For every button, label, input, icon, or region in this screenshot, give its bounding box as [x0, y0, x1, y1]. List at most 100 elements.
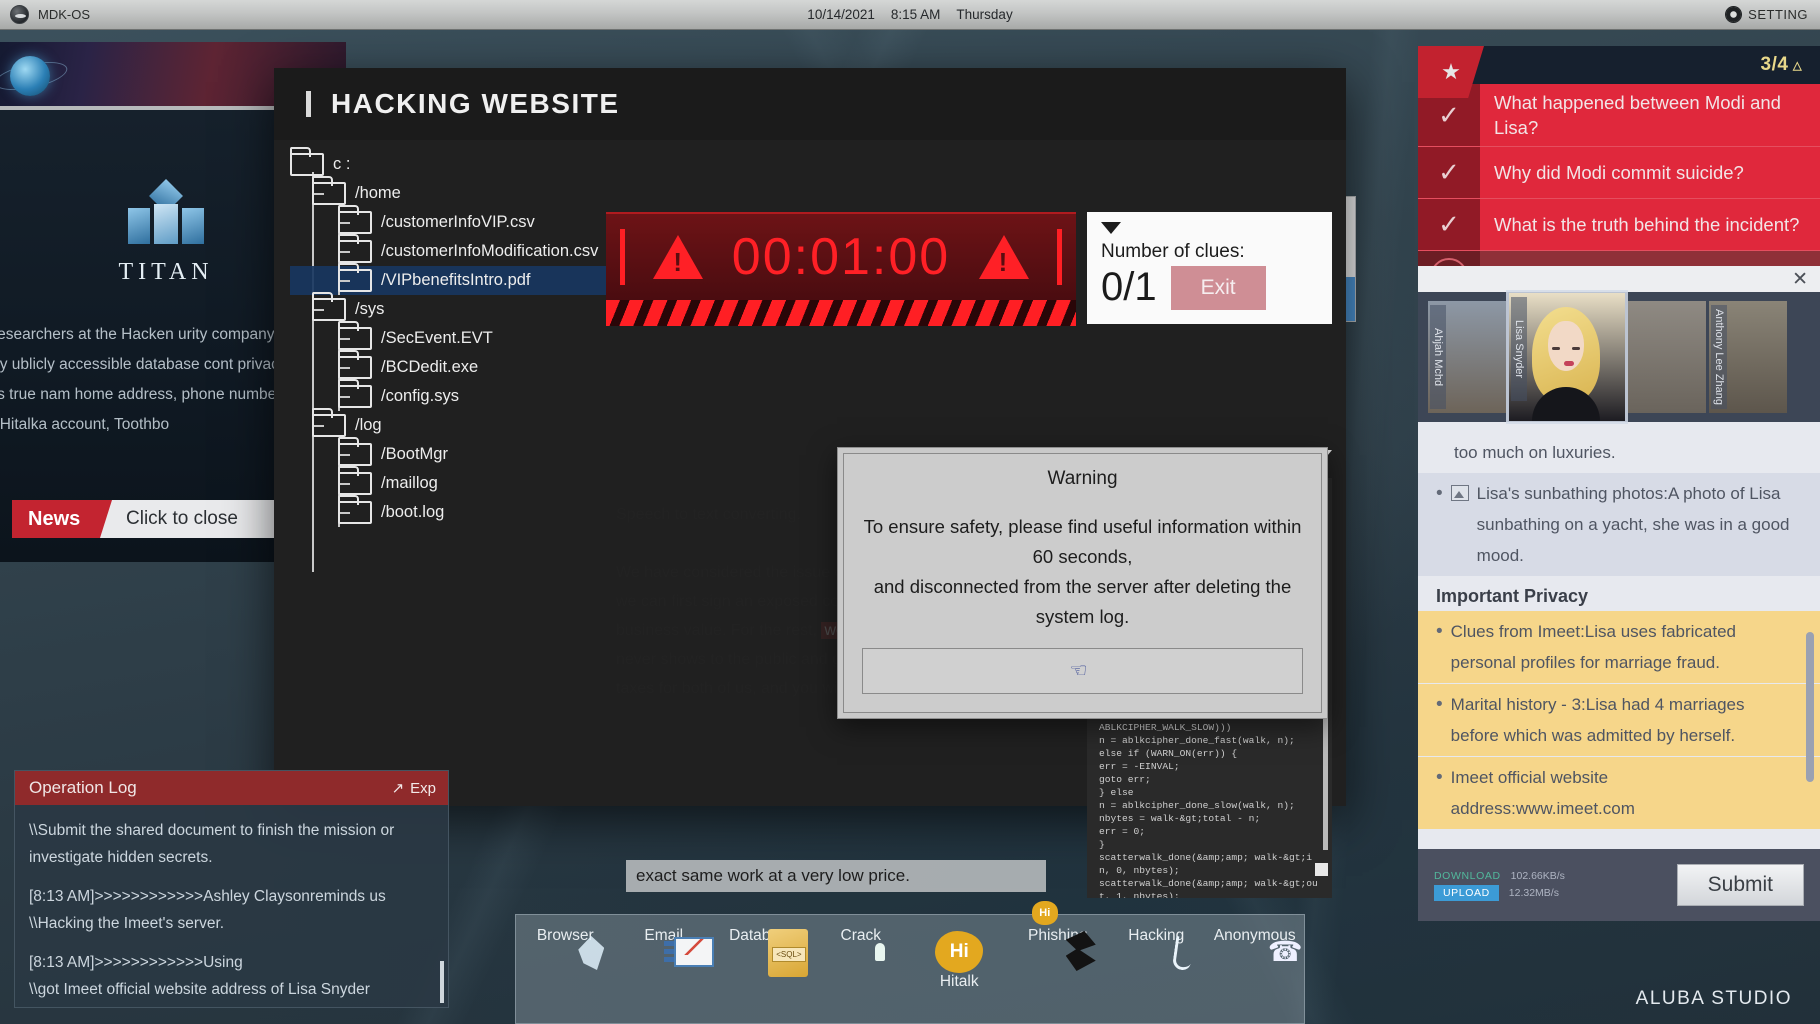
warning-dialog-confirm[interactable]: ☜	[862, 648, 1303, 694]
os-name: MDK-OS	[38, 7, 90, 22]
submit-button[interactable]: Submit	[1677, 864, 1804, 906]
timer-tick-right-icon	[1057, 229, 1062, 285]
timer-value: 00:01:00	[732, 227, 950, 287]
studio-credit: ALUBA STUDIO	[1636, 988, 1792, 1010]
operation-log-body: \\Submit the shared document to finish t…	[15, 805, 448, 1015]
resize-handle-icon[interactable]	[1315, 863, 1328, 876]
file-tree-item[interactable]: /BCDedit.exe	[290, 353, 620, 382]
dock-item-hacking[interactable]: Hacking	[1109, 927, 1203, 945]
file-tree-item-label: /log	[355, 416, 382, 435]
upload-label: UPLOAD	[1434, 885, 1499, 901]
file-tree-item[interactable]: /boot.log	[290, 498, 620, 527]
file-tree-item[interactable]: /BootMgr	[290, 440, 620, 469]
dock-item-anonymous[interactable]: Anonymous	[1208, 927, 1302, 945]
bullet-icon: •	[1436, 762, 1443, 824]
dock-item-email[interactable]: Email	[617, 927, 711, 945]
file-tree-item[interactable]: /sys	[290, 295, 620, 324]
character-portrait[interactable]: Lisa Snyder	[1509, 293, 1625, 421]
upload-value: 12.32MB/s	[1509, 887, 1559, 899]
file-tree-item-label: /VIPbenefitsIntro.pdf	[381, 271, 531, 290]
portrait-face	[1659, 395, 1675, 413]
file-tree-item-label: /customerInfoVIP.csv	[381, 213, 535, 232]
privacy-item[interactable]: •Imeet official website address:www.imee…	[1418, 757, 1820, 830]
system-date: 10/14/2021	[807, 7, 875, 22]
character-portrait[interactable]: Anthony Lee Zhang	[1709, 301, 1787, 413]
expand-label: Exp	[410, 780, 436, 797]
folder-icon	[312, 298, 346, 321]
expand-button[interactable]: ↗ Exp	[392, 779, 436, 797]
file-tree-root[interactable]: c :	[290, 150, 620, 179]
question-item-text: Why did Modi commit suicide?	[1480, 154, 1756, 191]
folder-icon	[338, 385, 372, 408]
file-tree-item[interactable]: /maillog	[290, 469, 620, 498]
dock-item-phishing[interactable]: HiPhishing	[1011, 927, 1105, 945]
question-item[interactable]: ✓Why did Modi commit suicide?	[1418, 147, 1820, 199]
file-tree-item[interactable]: /VIPbenefitsIntro.pdf	[290, 266, 620, 295]
file-tree-item[interactable]: /SecEvent.EVT	[290, 324, 620, 353]
evidence-scrollbar[interactable]	[1806, 632, 1814, 782]
warning-dialog-title: Warning	[862, 468, 1303, 490]
download-label: DOWNLOAD	[1434, 870, 1501, 882]
system-topbar: MDK-OS 10/14/2021 8:15 AM Thursday SETTI…	[0, 0, 1820, 30]
file-tree-item-label: /BootMgr	[381, 445, 448, 464]
folder-icon	[338, 240, 372, 263]
portrait-face	[1524, 303, 1610, 421]
file-tree-item[interactable]: /customerInfoVIP.csv	[290, 208, 620, 237]
dock-item-hitalk[interactable]: HiHitalk	[912, 927, 1006, 991]
file-tree-item-label: /home	[355, 184, 401, 203]
evidence-list[interactable]: too much on luxuries. •Lisa's sunbathing …	[1418, 422, 1820, 849]
close-icon[interactable]: ✕	[1792, 268, 1808, 291]
evidence-item[interactable]: too much on luxuries.	[1418, 432, 1820, 473]
titan-mark-icon	[124, 184, 208, 246]
file-tree-item[interactable]: /home	[290, 179, 620, 208]
news-badge: News	[12, 500, 112, 538]
dock-item-crack[interactable]: Crack	[814, 927, 908, 945]
chevron-up-icon[interactable]: ▵	[1792, 54, 1802, 77]
privacy-item[interactable]: •Clues from Imeet:Lisa uses fabricated p…	[1418, 611, 1820, 684]
privacy-item-text: Marital history - 3:Lisa had 4 marriages…	[1451, 689, 1794, 751]
file-tree-root-label: c :	[333, 155, 350, 174]
operation-log-scrollbar[interactable]	[440, 961, 444, 1003]
character-portrait[interactable]	[1628, 301, 1706, 413]
file-tree-item-label: /boot.log	[381, 503, 444, 522]
file-tree-item-label: /BCDedit.exe	[381, 358, 478, 377]
folder-icon	[338, 443, 372, 466]
file-tree-item[interactable]: /log	[290, 411, 620, 440]
evidence-item[interactable]: •Lisa's sunbathing photos:A photo of Lis…	[1418, 473, 1820, 576]
question-item[interactable]: ✓What is the truth behind the incident?	[1418, 199, 1820, 251]
file-tree-item-label: /SecEvent.EVT	[381, 329, 493, 348]
file-tree-item[interactable]: /config.sys	[290, 382, 620, 411]
evidence-item-text: too much on luxuries.	[1454, 437, 1616, 468]
dock-item-label: Crack	[814, 927, 908, 945]
setting-label: SETTING	[1748, 7, 1808, 22]
caret-down-icon[interactable]	[1101, 222, 1121, 234]
taskbar-dock: Browser EmailDatabase CrackHiHitalk HiPhish…	[515, 914, 1305, 1024]
spacer	[29, 937, 434, 949]
privacy-item[interactable]: •Marital history - 3:Lisa had 4 marriage…	[1418, 684, 1820, 757]
file-tree-item-label: /sys	[355, 300, 384, 319]
clue-count-label: Number of clues:	[1101, 241, 1318, 263]
setting-button[interactable]: SETTING	[1726, 7, 1808, 22]
download-value: 102.66KB/s	[1511, 870, 1565, 882]
file-tree[interactable]: c : /home/customerInfoVIP.csv/customerIn…	[290, 140, 620, 527]
operation-log-panel: Operation Log ↗ Exp \\Submit the shared …	[14, 770, 449, 1008]
exit-button[interactable]: Exit	[1171, 266, 1266, 310]
folder-icon	[338, 269, 372, 292]
dock-item-database[interactable]: Database	[715, 927, 809, 945]
question-item[interactable]: ✓What happened between Modi and Lisa?	[1418, 84, 1820, 147]
portrait-face	[1459, 395, 1475, 413]
timer-tick-left-icon	[620, 229, 625, 285]
vertical-bar-icon	[306, 91, 311, 117]
warning-line-1: To ensure safety, please find useful inf…	[862, 512, 1303, 542]
character-portrait[interactable]: Ahjah Mchd	[1428, 301, 1506, 413]
dock-item-browser[interactable]: Browser	[518, 927, 612, 945]
question-progress: 3/4	[1761, 54, 1789, 76]
globe-icon	[10, 56, 50, 96]
file-tree-item[interactable]: /customerInfoModification.csv	[290, 237, 620, 266]
folder-icon	[312, 414, 346, 437]
hand-cursor-icon: ☜	[1070, 658, 1096, 684]
evidence-panel-titlebar: ✕	[1418, 266, 1820, 292]
document-last-line: exact same work at a very low price.	[626, 860, 1046, 892]
character-portrait-strip[interactable]: Ahjah MchdLisa Snyder Anthony Lee Zhang	[1418, 292, 1820, 422]
system-weekday: Thursday	[956, 7, 1012, 22]
